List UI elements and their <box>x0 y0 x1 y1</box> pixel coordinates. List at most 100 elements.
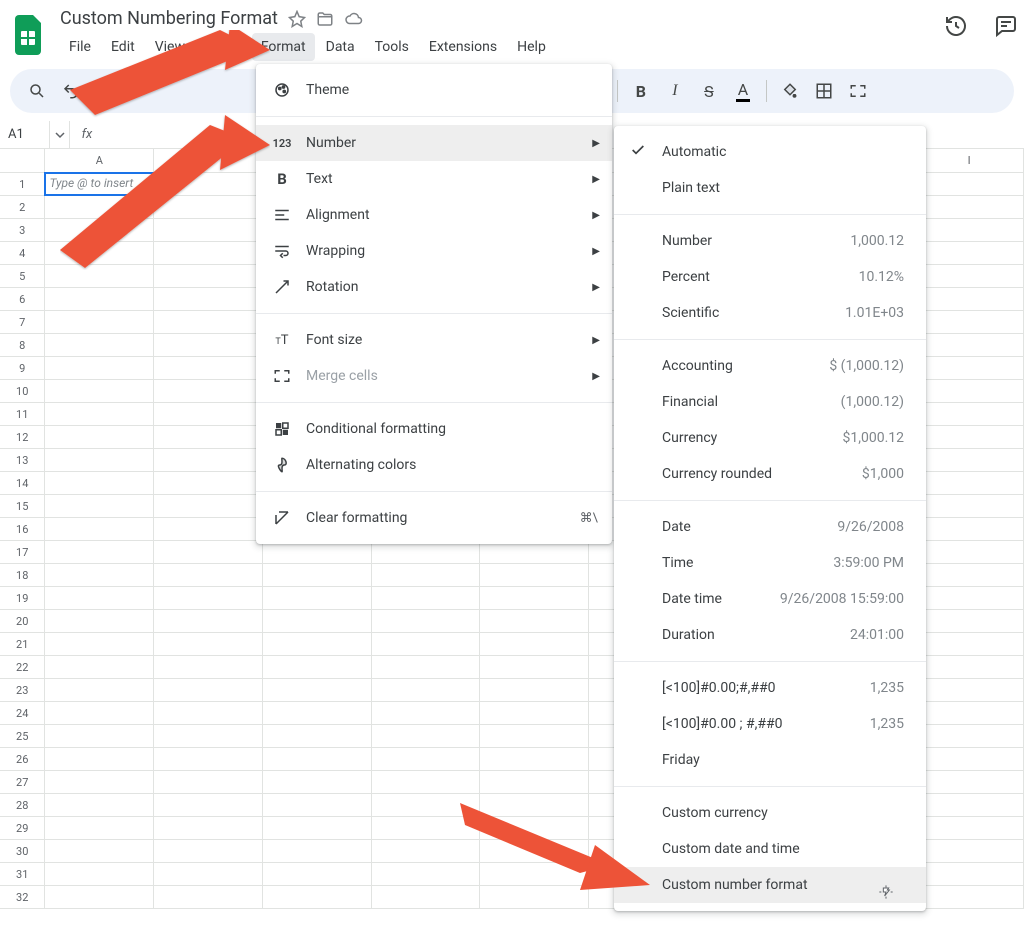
cell[interactable] <box>154 863 263 885</box>
menu-view[interactable]: View <box>146 33 194 61</box>
cell[interactable] <box>154 840 263 862</box>
number-item-number[interactable]: Number1,000.12 <box>614 223 926 259</box>
row-header[interactable]: 26 <box>0 748 45 770</box>
cell[interactable] <box>915 702 1024 724</box>
cell[interactable] <box>154 196 263 218</box>
cell[interactable] <box>154 357 263 379</box>
cell[interactable] <box>480 840 589 862</box>
menu-item-clear-formatting[interactable]: Clear formatting⌘\ <box>256 500 612 536</box>
cell[interactable] <box>154 495 263 517</box>
cell[interactable] <box>480 564 589 586</box>
cell[interactable] <box>263 702 372 724</box>
cell[interactable] <box>154 265 263 287</box>
cell[interactable] <box>154 794 263 816</box>
cell[interactable] <box>372 840 481 862</box>
cell[interactable] <box>45 748 154 770</box>
cell[interactable] <box>154 610 263 632</box>
row-header[interactable]: 24 <box>0 702 45 724</box>
cell[interactable] <box>154 633 263 655</box>
menu-item-wrapping[interactable]: Wrapping▶ <box>256 233 612 269</box>
cell[interactable] <box>480 794 589 816</box>
cell[interactable] <box>915 380 1024 402</box>
cell[interactable] <box>45 311 154 333</box>
cell[interactable] <box>154 748 263 770</box>
cell[interactable] <box>45 495 154 517</box>
row-header[interactable]: 9 <box>0 357 45 379</box>
comment-icon[interactable] <box>994 14 1018 38</box>
row-header[interactable]: 32 <box>0 886 45 908</box>
row-header[interactable]: 11 <box>0 403 45 425</box>
row-header[interactable]: 10 <box>0 380 45 402</box>
cell[interactable] <box>263 725 372 747</box>
cell[interactable] <box>915 863 1024 885</box>
menu-format[interactable]: Format <box>252 33 315 61</box>
cell[interactable] <box>263 817 372 839</box>
cell[interactable] <box>154 587 263 609</box>
cell[interactable] <box>263 610 372 632</box>
cell[interactable] <box>915 495 1024 517</box>
cell[interactable] <box>45 794 154 816</box>
undo-icon[interactable] <box>56 76 86 106</box>
cell[interactable] <box>915 288 1024 310</box>
cell[interactable] <box>154 380 263 402</box>
menu-insert[interactable]: Insert <box>196 33 250 61</box>
cell[interactable] <box>372 886 481 908</box>
menu-help[interactable]: Help <box>508 33 555 61</box>
cell[interactable] <box>372 748 481 770</box>
history-icon[interactable] <box>944 14 968 38</box>
bold-icon[interactable]: B <box>626 76 656 106</box>
cell[interactable] <box>263 564 372 586</box>
cell[interactable] <box>154 426 263 448</box>
row-header[interactable]: 1 <box>0 173 45 195</box>
cell[interactable] <box>915 610 1024 632</box>
cell[interactable] <box>45 702 154 724</box>
menu-item-theme[interactable]: Theme <box>256 72 612 108</box>
cell[interactable] <box>154 472 263 494</box>
row-header[interactable]: 22 <box>0 656 45 678</box>
doc-title[interactable]: Custom Numbering Format <box>60 8 278 29</box>
menu-item-text[interactable]: BText▶ <box>256 161 612 197</box>
number-item-automatic[interactable]: Automatic <box>614 134 926 170</box>
cell[interactable] <box>45 380 154 402</box>
row-header[interactable]: 16 <box>0 518 45 540</box>
cell[interactable] <box>45 219 154 241</box>
cell[interactable] <box>45 357 154 379</box>
menu-item-alignment[interactable]: Alignment▶ <box>256 197 612 233</box>
cell[interactable] <box>915 518 1024 540</box>
cell[interactable] <box>45 679 154 701</box>
cell[interactable] <box>263 794 372 816</box>
cell[interactable] <box>45 541 154 563</box>
row-header[interactable]: 30 <box>0 840 45 862</box>
cell[interactable] <box>372 725 481 747</box>
cell[interactable] <box>480 886 589 908</box>
cell[interactable] <box>372 679 481 701</box>
row-header[interactable]: 17 <box>0 541 45 563</box>
cell[interactable] <box>45 564 154 586</box>
menu-tools[interactable]: Tools <box>366 33 418 61</box>
cell[interactable] <box>45 863 154 885</box>
cell[interactable] <box>915 541 1024 563</box>
cell[interactable] <box>915 771 1024 793</box>
cell[interactable] <box>915 472 1024 494</box>
cell[interactable] <box>915 817 1024 839</box>
number-item-custom-date-and-time[interactable]: Custom date and time <box>614 831 926 867</box>
cell[interactable] <box>915 334 1024 356</box>
number-item-time[interactable]: Time3:59:00 PM <box>614 545 926 581</box>
cell[interactable] <box>154 219 263 241</box>
cell[interactable] <box>915 564 1024 586</box>
cell[interactable] <box>263 840 372 862</box>
cell[interactable] <box>154 518 263 540</box>
cell[interactable] <box>45 840 154 862</box>
cell[interactable] <box>263 656 372 678</box>
cell[interactable] <box>480 725 589 747</box>
row-header[interactable]: 6 <box>0 288 45 310</box>
cell[interactable]: Type @ to insert <box>45 173 154 195</box>
cell[interactable] <box>915 840 1024 862</box>
cell[interactable] <box>915 311 1024 333</box>
menu-item-font-size[interactable]: TTFont size▶ <box>256 322 612 358</box>
menu-data[interactable]: Data <box>317 33 364 61</box>
cell[interactable] <box>263 541 372 563</box>
cell[interactable] <box>915 587 1024 609</box>
cell[interactable] <box>480 633 589 655</box>
cell[interactable] <box>45 265 154 287</box>
